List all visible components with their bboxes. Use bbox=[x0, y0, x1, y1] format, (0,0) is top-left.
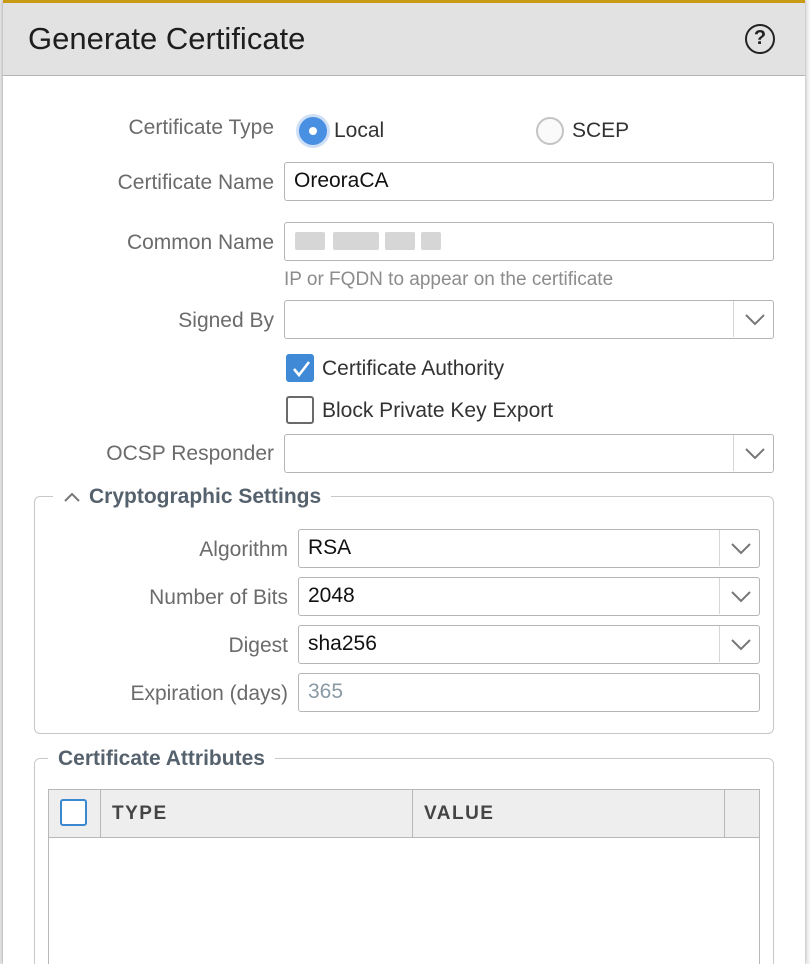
certificate-type-local-radio[interactable] bbox=[299, 117, 327, 145]
algorithm-value: RSA bbox=[308, 536, 352, 559]
common-name-label: Common Name bbox=[126, 231, 274, 254]
certificate-type-scep-radio[interactable] bbox=[536, 117, 564, 145]
certificate-name-input[interactable]: OreoraCA bbox=[284, 162, 774, 201]
select-all-checkbox[interactable] bbox=[60, 799, 87, 826]
algorithm-select[interactable]: RSA bbox=[298, 529, 760, 568]
certificate-type-local-label[interactable]: Local bbox=[334, 119, 384, 143]
certificate-authority-label[interactable]: Certificate Authority bbox=[322, 357, 504, 381]
common-name-hint: IP or FQDN to appear on the certificate bbox=[284, 269, 614, 290]
redacted-text bbox=[385, 232, 415, 250]
certificate-type-scep-label[interactable]: SCEP bbox=[572, 119, 629, 143]
expiration-label: Expiration (days) bbox=[130, 682, 288, 705]
number-of-bits-value: 2048 bbox=[308, 584, 355, 607]
chevron-down-icon[interactable] bbox=[733, 435, 773, 471]
certificate-authority-checkbox[interactable] bbox=[286, 354, 314, 382]
chevron-down-icon[interactable] bbox=[719, 626, 759, 662]
chevron-down-icon[interactable] bbox=[719, 530, 759, 566]
digest-select[interactable]: sha256 bbox=[298, 625, 760, 664]
ocsp-responder-label: OCSP Responder bbox=[106, 442, 274, 465]
generate-certificate-dialog: Generate Certificate ? Certificate Type … bbox=[3, 0, 805, 964]
redacted-text bbox=[421, 232, 441, 250]
chevron-down-icon[interactable] bbox=[719, 578, 759, 614]
certificate-name-label: Certificate Name bbox=[117, 171, 274, 194]
signed-by-select[interactable] bbox=[284, 300, 774, 339]
digest-value: sha256 bbox=[308, 632, 377, 655]
table-header: TYPE VALUE bbox=[49, 790, 759, 838]
algorithm-label: Algorithm bbox=[199, 538, 288, 561]
block-private-key-export-label[interactable]: Block Private Key Export bbox=[322, 399, 553, 423]
signed-by-label: Signed By bbox=[178, 309, 274, 332]
expiration-input[interactable]: 365 bbox=[298, 673, 760, 712]
help-icon[interactable]: ? bbox=[745, 24, 775, 54]
dialog-title-bar: Generate Certificate ? bbox=[3, 3, 805, 76]
chevron-down-icon[interactable] bbox=[733, 301, 773, 337]
block-private-key-export-checkbox[interactable] bbox=[286, 396, 314, 424]
certificate-type-label: Certificate Type bbox=[128, 116, 274, 139]
number-of-bits-label: Number of Bits bbox=[149, 586, 288, 609]
value-column-header[interactable]: VALUE bbox=[413, 790, 725, 838]
cryptographic-settings-title: Cryptographic Settings bbox=[89, 485, 322, 508]
number-of-bits-select[interactable]: 2048 bbox=[298, 577, 760, 616]
certificate-attributes-legend: Certificate Attributes bbox=[48, 747, 275, 771]
digest-label: Digest bbox=[228, 634, 288, 657]
certificate-attributes-table: TYPE VALUE bbox=[48, 789, 760, 964]
select-all-column bbox=[49, 790, 101, 838]
common-name-input[interactable] bbox=[284, 222, 774, 261]
redacted-text bbox=[333, 232, 379, 250]
redacted-text bbox=[295, 232, 325, 250]
type-column-header[interactable]: TYPE bbox=[101, 790, 413, 838]
dialog-title: Generate Certificate bbox=[28, 21, 306, 56]
cryptographic-settings-legend[interactable]: Cryptographic Settings bbox=[53, 485, 332, 509]
chevron-up-icon[interactable] bbox=[63, 491, 81, 503]
ocsp-responder-select[interactable] bbox=[284, 434, 774, 473]
